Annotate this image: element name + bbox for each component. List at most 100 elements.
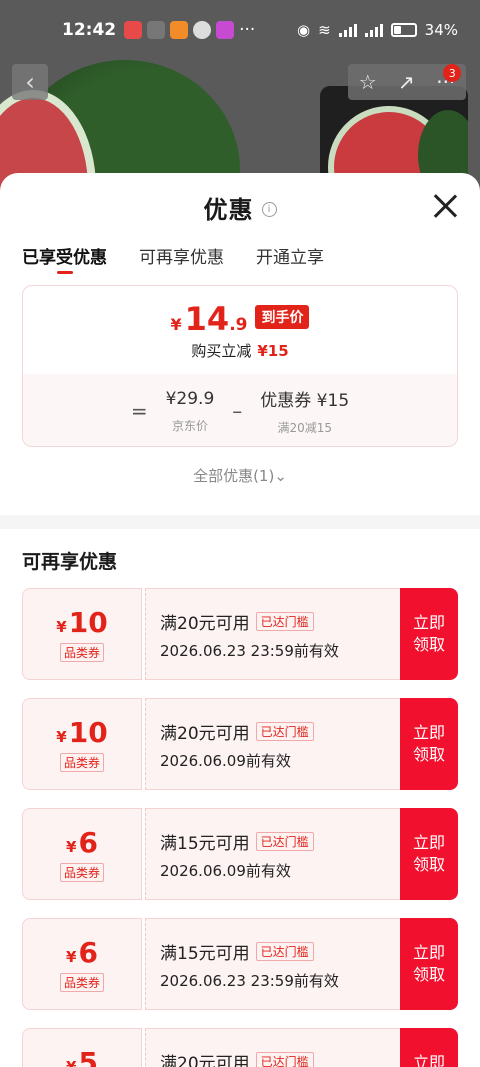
claim-coupon-button[interactable]: 立即 领取	[400, 588, 458, 680]
share-icon[interactable]: ↗	[398, 70, 415, 94]
tab-more-offers[interactable]: 可再享优惠	[139, 241, 224, 285]
threshold-met-badge: 已达门槛	[255, 1052, 314, 1067]
section-divider	[0, 515, 480, 529]
coupon-type-badge: 品类券	[59, 973, 104, 992]
claim-coupon-button[interactable]: 立即 领取	[400, 1028, 458, 1067]
price-decimal: .9	[229, 314, 248, 335]
info-icon[interactable]: i	[261, 201, 277, 217]
shield-icon	[193, 21, 212, 39]
battery-icon	[390, 23, 417, 37]
coupon-currency: ¥	[56, 618, 67, 636]
reduction-label: 购买立减	[191, 341, 252, 360]
coupon-condition: 满20减15	[277, 421, 332, 435]
coupon-details: 满15元可用 已达门槛 2026.06.23 23:59前有效	[145, 918, 400, 1010]
eye-icon: ◉	[296, 21, 311, 39]
coupon-value-block: ¥ 6 品类券	[22, 918, 142, 1010]
signal-5g-icon	[364, 23, 383, 37]
claim-button-line1: 立即	[412, 1053, 445, 1067]
coupon-condition-row: 满15元可用 已达门槛	[160, 829, 400, 854]
offer-tabs: 已享受优惠 可再享优惠 开通立享	[0, 241, 480, 285]
minus-sign: –	[232, 399, 243, 423]
original-price: ¥29.9	[165, 388, 215, 409]
coupon-card: ¥ 6 品类券 满15元可用 已达门槛 2026.06.09前有效 立即 领取	[22, 808, 458, 900]
battery-percent: 34%	[424, 21, 458, 39]
claim-button-line2: 领取	[412, 965, 445, 984]
wifi-icon: ≋	[318, 21, 331, 39]
coupon-details: 满20元可用 已达门槛 2026.06.23 23:59前有效	[145, 588, 400, 680]
cart-count-badge: 3	[443, 64, 462, 82]
final-price-tag: 到手价	[255, 304, 310, 329]
threshold-met-badge: 已达门槛	[255, 612, 314, 631]
claim-button-line1: 立即	[412, 723, 445, 742]
coupon-condition: 满15元可用	[160, 944, 250, 964]
final-price-block: ¥ 14 .9 到手价 购买立减 ¥15	[23, 286, 457, 374]
coupon-type-badge: 品类券	[59, 753, 104, 772]
coupon-condition: 满15元可用	[160, 834, 250, 854]
final-price: ¥ 14 .9 到手价	[171, 300, 310, 338]
price-summary-card: ¥ 14 .9 到手价 购买立减 ¥15 = ¥29.9 京东价 – 优惠券 ¥1…	[22, 285, 458, 447]
coupon-details: 满20元可用 已达门槛 2026.06.23 23:59前有效	[145, 1028, 400, 1067]
coupon-amount-value: 6	[78, 826, 98, 859]
coupon-validity: 2026.06.23 23:59前有效	[160, 642, 339, 660]
coupon-type-badge: 品类券	[59, 863, 104, 882]
coupon-condition-row: 满20元可用 已达门槛	[160, 1049, 400, 1067]
tab-enjoyed-offers[interactable]: 已享受优惠	[22, 241, 107, 285]
coupon-currency: ¥	[66, 1058, 77, 1067]
claim-button-line2: 领取	[412, 855, 445, 874]
claim-button-line1: 立即	[412, 613, 445, 632]
more-notifications: ···	[239, 20, 256, 40]
all-offers-toggle[interactable]: 全部优惠(1)⌄	[0, 465, 480, 505]
claim-coupon-button[interactable]: 立即 领取	[400, 698, 458, 790]
claim-coupon-button[interactable]: 立即 领取	[400, 808, 458, 900]
close-icon[interactable]	[432, 193, 458, 219]
coupon-currency: ¥	[66, 838, 77, 856]
status-bar: 12:42 ··· ◉ ≋ 34%	[0, 0, 480, 60]
coupon-validity: 2026.06.09前有效	[160, 752, 291, 770]
instant-reduction: 购买立减 ¥15	[191, 340, 288, 361]
more-icon[interactable]: ··· 3	[436, 64, 462, 94]
coupon-value-block: ¥ 10 品类券	[22, 588, 142, 680]
app-notification-icon	[170, 21, 189, 39]
product-thumbnail[interactable]	[320, 86, 468, 186]
coupon-currency: ¥	[56, 728, 67, 746]
threshold-met-badge: 已达门槛	[255, 942, 314, 961]
coupon-amount: ¥ 6	[66, 826, 98, 859]
coupon-amount: ¥ 6	[66, 936, 98, 969]
coupon-type-badge: 品类券	[59, 643, 104, 662]
original-price-term: ¥29.9 京东价	[166, 389, 215, 434]
threshold-met-badge: 已达门槛	[255, 832, 314, 851]
coupon-card: ¥ 10 品类券 满20元可用 已达门槛 2026.06.09前有效 立即 领取	[22, 698, 458, 790]
coupon-amount-value: 10	[68, 606, 108, 639]
equals-sign: =	[130, 399, 148, 423]
coupon-value-block: ¥ 10 品类券	[22, 698, 142, 790]
original-price-label: 京东价	[171, 418, 208, 433]
back-button[interactable]: ‹	[12, 64, 48, 100]
coupon-card: ¥ 6 品类券 满15元可用 已达门槛 2026.06.23 23:59前有效 …	[22, 918, 458, 1010]
coupon-card: ¥ 10 品类券 满20元可用 已达门槛 2026.06.23 23:59前有效…	[22, 588, 458, 680]
coupon-details: 满15元可用 已达门槛 2026.06.09前有效	[145, 808, 400, 900]
claim-button-line1: 立即	[412, 833, 445, 852]
app-notification-icon	[216, 21, 235, 39]
coupon-condition-row: 满15元可用 已达门槛	[160, 939, 400, 964]
coupon-validity: 2026.06.09前有效	[160, 862, 291, 880]
tab-activate-offers[interactable]: 开通立享	[256, 241, 324, 285]
coupon-list: ¥ 10 品类券 满20元可用 已达门槛 2026.06.23 23:59前有效…	[0, 588, 480, 1067]
coupon-condition-row: 满20元可用 已达门槛	[160, 719, 400, 744]
coupon-condition: 满20元可用	[160, 614, 250, 634]
currency-symbol: ¥	[170, 314, 182, 334]
price-breakdown: = ¥29.9 京东价 – 优惠券 ¥15 满20减15	[23, 374, 457, 446]
coupon-value-block: ¥ 6 品类券	[22, 808, 142, 900]
status-time: 12:42	[62, 20, 117, 40]
coupon-amount-value: 10	[68, 716, 108, 749]
top-action-bar: ☆ ↗ ··· 3	[348, 64, 466, 100]
claim-button-line2: 领取	[412, 745, 445, 764]
claim-coupon-button[interactable]: 立即 领取	[400, 918, 458, 1010]
claim-button-line1: 立即	[412, 943, 445, 962]
coupon-condition: 满20元可用	[160, 724, 250, 744]
coupon-discount: 优惠券 ¥15	[260, 391, 350, 411]
coupon-amount: ¥ 10	[56, 606, 107, 639]
sheet-header: 优惠 i	[0, 173, 480, 241]
favorite-star-icon[interactable]: ☆	[359, 70, 377, 94]
app-notification-icon	[147, 21, 166, 39]
offers-sheet: 优惠 i 已享受优惠 可再享优惠 开通立享 ¥ 14 .9 到手价 购买立减 ¥1…	[0, 173, 480, 1067]
